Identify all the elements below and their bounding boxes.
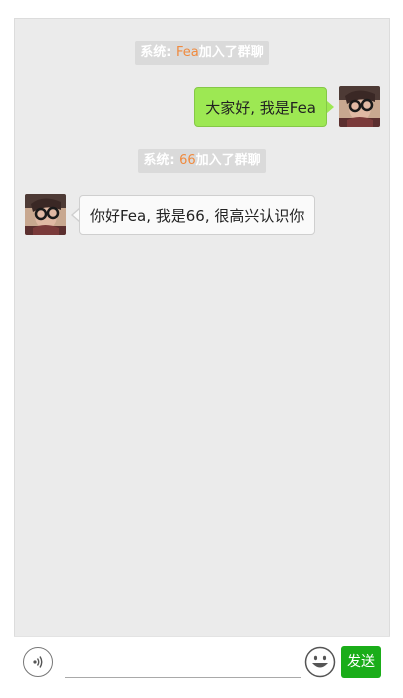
system-message: 系统: 66加入了群聊 — [15, 149, 389, 173]
joined-user-name: 66 — [179, 153, 196, 168]
voice-button[interactable] — [23, 647, 53, 677]
input-bar: 发送 — [14, 636, 390, 698]
voice-icon — [33, 656, 43, 668]
system-badge: 系统: 66加入了群聊 — [138, 149, 266, 173]
emoji-icon — [304, 646, 336, 678]
system-message: 系统: Fea加入了群聊 — [15, 41, 389, 65]
chat-area: 系统: Fea加入了群聊 大家好, 我是Fea 系统: 66加入了群聊 你好Fe… — [14, 18, 390, 698]
system-suffix: 加入了群聊 — [198, 45, 264, 60]
avatar-image — [25, 194, 66, 235]
avatar-image — [339, 86, 380, 127]
system-prefix: 系统: — [140, 45, 176, 60]
my-message-bubble[interactable]: 大家好, 我是Fea — [194, 87, 327, 127]
message-input[interactable] — [65, 677, 301, 678]
send-button[interactable]: 发送 — [341, 646, 381, 678]
system-suffix: 加入了群聊 — [195, 153, 261, 168]
my-bubble-tail — [327, 101, 334, 113]
their-avatar[interactable] — [25, 194, 66, 235]
their-message-bubble[interactable]: 你好Fea, 我是66, 很高兴认识你 — [79, 195, 316, 235]
system-badge: 系统: Fea加入了群聊 — [135, 41, 269, 65]
my-avatar[interactable] — [339, 86, 380, 127]
joined-user-name: Fea — [175, 45, 199, 60]
emoji-button[interactable] — [304, 646, 336, 678]
system-prefix: 系统: — [143, 153, 180, 168]
